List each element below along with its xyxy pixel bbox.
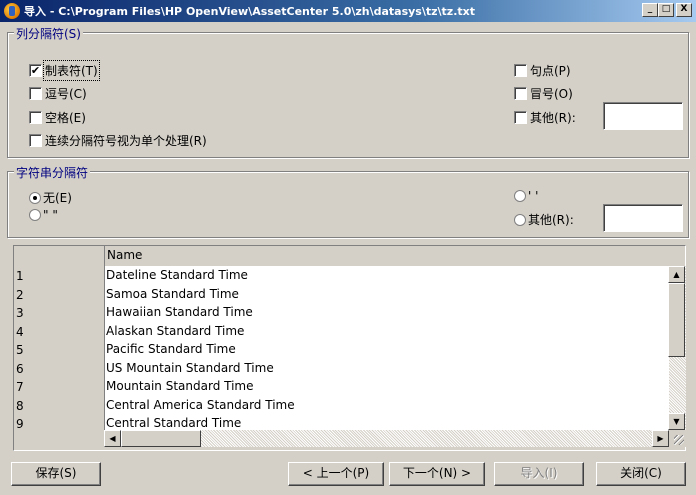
period-checkbox[interactable]: 句点(P) — [514, 62, 571, 79]
vertical-scroll-thumb[interactable] — [668, 283, 685, 357]
close-button[interactable]: 关闭(C) — [596, 462, 686, 486]
scroll-right-arrow-icon[interactable]: ▶ — [652, 430, 669, 447]
radio-icon — [514, 213, 526, 226]
checkbox-box — [514, 64, 527, 77]
table-row[interactable]: Mountain Standard Time — [105, 377, 669, 396]
other-string-input[interactable] — [603, 204, 683, 232]
close-window-button[interactable]: X — [676, 3, 692, 17]
title-bar[interactable]: 导入 - C:\Program Files\HP OpenView\AssetC… — [0, 0, 696, 22]
horizontal-scroll-thumb[interactable] — [121, 430, 201, 447]
single-quote-radio[interactable]: ' ' — [514, 189, 538, 203]
other-string-label: 其他(R): — [528, 213, 574, 227]
scroll-down-arrow-icon[interactable]: ▼ — [668, 413, 685, 430]
row-number: 1 — [16, 269, 24, 283]
table-row[interactable]: Samoa Standard Time — [105, 285, 669, 304]
double-quote-label: " " — [43, 208, 58, 222]
checkbox-box — [29, 87, 42, 100]
checkbox-box — [29, 134, 42, 147]
resize-grip-icon[interactable] — [669, 430, 686, 447]
comma-checkbox[interactable]: 逗号(C) — [29, 85, 87, 102]
table-row[interactable]: Alaskan Standard Time — [105, 322, 669, 341]
row-number: 8 — [16, 398, 24, 413]
tab-checkbox[interactable]: ✔ 制表符(T) — [29, 60, 100, 81]
space-checkbox[interactable]: 空格(E) — [29, 109, 86, 126]
grid-cells[interactable]: Dateline Standard Time Samoa Standard Ti… — [104, 266, 669, 430]
checkbox-box — [514, 111, 527, 124]
check-icon: ✔ — [29, 64, 42, 77]
none-radio[interactable]: 无(E) — [29, 189, 72, 206]
column-separators-group: 列分隔符(S) ✔ 制表符(T) 逗号(C) 空格(E) 连续分隔符号视为单个处… — [7, 25, 689, 158]
table-row[interactable]: Pacific Standard Time — [105, 340, 669, 359]
tab-label: 制表符(T) — [43, 60, 100, 81]
string-separators-legend: 字符串分隔符 — [14, 164, 91, 181]
app-icon — [4, 3, 20, 19]
row-number: 4 — [16, 324, 24, 339]
row-number: 5 — [16, 343, 24, 357]
row-header-column: 1 2 3 4 5 6 7 8 9 — [14, 246, 104, 430]
preview-grid[interactable]: 1 2 3 4 5 6 7 8 9 Name Dateline Standard… — [13, 245, 686, 451]
radio-icon — [29, 209, 41, 221]
previous-button[interactable]: < 上一个(P) — [288, 462, 384, 486]
double-quote-radio[interactable]: " " — [29, 208, 58, 222]
table-row[interactable]: US Mountain Standard Time — [105, 359, 669, 378]
string-separators-group: 字符串分隔符 无(E) " " ' ' 其他(R): — [7, 164, 689, 238]
radio-selected-icon — [29, 191, 41, 204]
maximize-button[interactable]: □ — [658, 3, 674, 17]
row-number: 3 — [16, 306, 24, 320]
table-row[interactable]: Hawaiian Standard Time — [105, 303, 669, 322]
colon-checkbox[interactable]: 冒号(O) — [514, 85, 573, 102]
comma-label: 逗号(C) — [45, 87, 87, 101]
other-string-radio[interactable]: 其他(R): — [514, 211, 574, 228]
consecutive-checkbox[interactable]: 连续分隔符号视为单个处理(R) — [29, 132, 207, 149]
minimize-button[interactable]: _ — [642, 3, 658, 17]
next-button[interactable]: 下一个(N) > — [389, 462, 485, 486]
save-button[interactable]: 保存(S) — [11, 462, 101, 486]
colon-label: 冒号(O) — [530, 87, 573, 101]
single-quote-label: ' ' — [528, 189, 539, 203]
window-title: 导入 - C:\Program Files\HP OpenView\AssetC… — [24, 5, 476, 18]
row-number: 6 — [16, 361, 24, 376]
vertical-scrollbar[interactable]: ▲ ▼ — [668, 266, 686, 430]
column-separators-legend: 列分隔符(S) — [14, 25, 83, 42]
other-separator-checkbox[interactable]: 其他(R): — [514, 109, 576, 126]
other-separator-input[interactable] — [603, 102, 683, 130]
table-row[interactable]: Central America Standard Time — [105, 396, 669, 415]
row-number: 9 — [16, 417, 24, 429]
name-column-header[interactable]: Name — [104, 246, 669, 266]
scroll-left-arrow-icon[interactable]: ◀ — [104, 430, 121, 447]
other-separator-label: 其他(R): — [530, 111, 576, 125]
import-button[interactable]: 导入(I) — [494, 462, 584, 486]
none-label: 无(E) — [43, 191, 72, 205]
table-row[interactable]: Dateline Standard Time — [105, 266, 669, 285]
checkbox-box — [514, 87, 527, 100]
consecutive-label: 连续分隔符号视为单个处理(R) — [45, 134, 207, 148]
period-label: 句点(P) — [530, 64, 571, 78]
row-number: 7 — [16, 380, 24, 394]
table-row[interactable]: Central Standard Time — [105, 414, 669, 430]
radio-icon — [514, 190, 526, 202]
horizontal-scrollbar[interactable]: ◀ ▶ — [104, 430, 669, 447]
scroll-up-arrow-icon[interactable]: ▲ — [668, 266, 685, 283]
checkbox-box — [29, 111, 42, 124]
space-label: 空格(E) — [45, 111, 86, 125]
row-number: 2 — [16, 287, 24, 302]
